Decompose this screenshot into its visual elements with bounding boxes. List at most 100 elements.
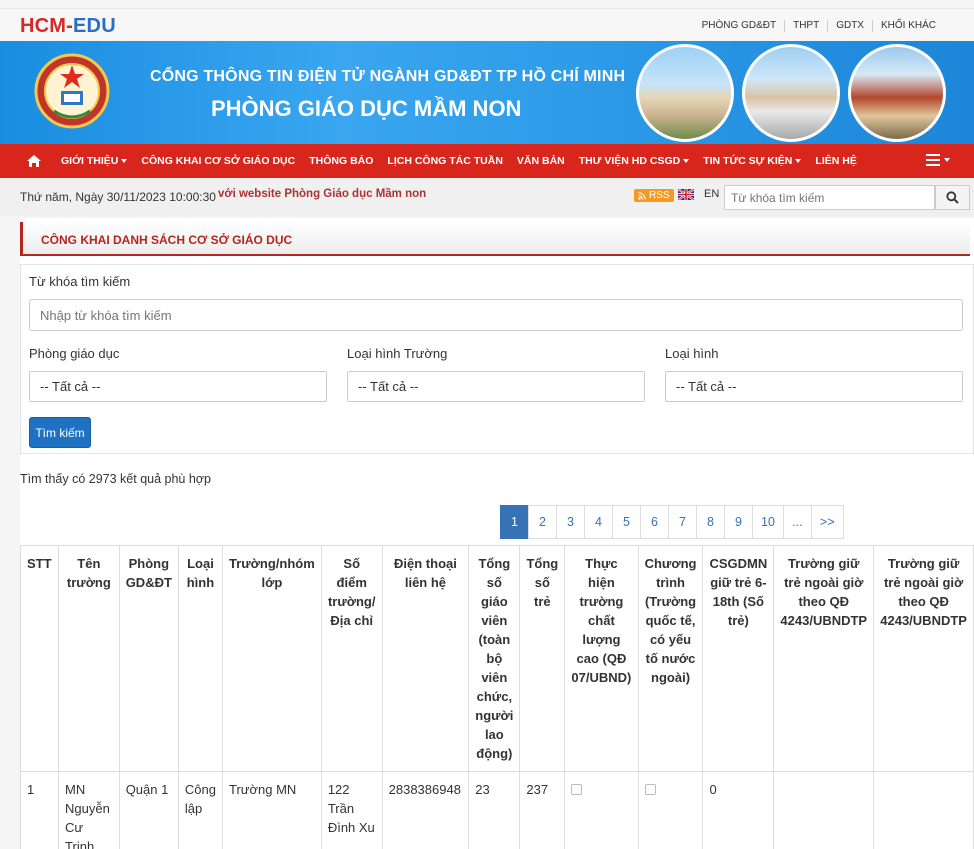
- page-1[interactable]: 1: [500, 505, 529, 539]
- cell-international: [637, 771, 704, 849]
- cell-school-kind: Trường MN: [221, 771, 322, 849]
- header-school-kind: Trường/nhóm lớp: [221, 545, 322, 772]
- cell-phone: 2838386948: [381, 771, 470, 849]
- cell-address: 122 Trần Đình Xu: [320, 771, 383, 849]
- uk-flag-icon[interactable]: [678, 189, 694, 200]
- welcome-marquee: với website Phòng Giáo dục Mầm non: [218, 188, 427, 200]
- table-row: 1 MN Nguyễn Cư Trinh Quận 1 Công lập Trư…: [19, 771, 974, 849]
- office-label: Phòng giáo dục: [29, 346, 120, 361]
- nav-item-cong-khai[interactable]: CÔNG KHAI CƠ SỞ GIÁO DỤC: [134, 155, 302, 167]
- type-label: Loại hình: [665, 346, 719, 361]
- pagination: 1 2 3 4 5 6 7 8 9 10 ... >>: [500, 505, 844, 539]
- page-2[interactable]: 2: [528, 505, 557, 539]
- page-8[interactable]: 8: [696, 505, 725, 539]
- header-office: Phòng GD&ĐT: [118, 545, 179, 772]
- page-3[interactable]: 3: [556, 505, 585, 539]
- info-row: Thứ năm, Ngày 30/11/2023 10:00:30 với we…: [0, 178, 974, 216]
- search-button[interactable]: Tìm kiếm: [29, 417, 91, 448]
- page-6[interactable]: 6: [640, 505, 669, 539]
- hamburger-menu-button[interactable]: [926, 154, 950, 166]
- rss-label: RSS: [649, 190, 670, 201]
- header-after-hours-1: Trường giữ trẻ ngoài giờ theo QĐ 4243/UB…: [773, 545, 875, 772]
- site-search-input[interactable]: [724, 185, 935, 210]
- page-9[interactable]: 9: [724, 505, 753, 539]
- header-type: Loại hình: [177, 545, 223, 772]
- current-datetime: Thứ năm, Ngày 30/11/2023 10:00:30: [20, 190, 216, 204]
- result-count: Tìm thấy có 2973 kết quả phù hợp: [20, 472, 211, 486]
- filter-panel: Từ khóa tìm kiếm Phòng giáo dục -- Tất c…: [20, 264, 974, 454]
- chevron-down-icon: [683, 159, 690, 163]
- logo-part-hcm: HCM-: [20, 15, 74, 37]
- cell-after-hours-1: [773, 771, 875, 849]
- section-header: CÔNG KHAI DANH SÁCH CƠ SỞ GIÁO DỤC: [20, 222, 970, 256]
- cell-school-name: MN Nguyễn Cư Trinh: [58, 771, 120, 849]
- top-link-thpt[interactable]: THPT: [784, 20, 827, 32]
- city-hall-photo: [636, 44, 734, 142]
- school-type-label: Loại hình Trường: [347, 346, 448, 361]
- header-after-hours-2: Trường giữ trẻ ngoài giờ theo QĐ 4243/UB…: [873, 545, 974, 772]
- high-quality-checkbox: [571, 784, 583, 795]
- nav-item-thong-bao[interactable]: THÔNG BÁO: [302, 155, 380, 167]
- table-header-row: STT Tên trường Phòng GD&ĐT Loại hình Trư…: [19, 545, 974, 772]
- section-title: CÔNG KHAI DANH SÁCH CƠ SỞ GIÁO DỤC: [41, 233, 293, 247]
- nav-item-lien-he[interactable]: LIÊN HỆ: [808, 155, 863, 167]
- parade-photo: [742, 44, 840, 142]
- cell-stt: 1: [19, 771, 60, 849]
- page-next[interactable]: >>: [810, 505, 844, 539]
- top-link-gdtx[interactable]: GDTX: [827, 20, 872, 32]
- header-children: Tổng số trẻ: [519, 545, 566, 772]
- nav-item-tin-tuc[interactable]: TIN TỨC SỰ KIỆN: [696, 155, 808, 167]
- page-7[interactable]: 7: [668, 505, 697, 539]
- market-photo: [848, 44, 946, 142]
- keyword-input[interactable]: [29, 299, 963, 331]
- top-link-phong-gddt[interactable]: PHÒNG GD&ĐT: [694, 20, 784, 32]
- cell-after-hours-2: [873, 771, 974, 849]
- header-teachers: Tổng số giáo viên (toàn bộ viên chức, ng…: [468, 545, 521, 772]
- logo-part-edu: EDU: [73, 15, 116, 37]
- header-high-quality: Thực hiện trường chất lượng cao (QĐ 07/U…: [564, 545, 639, 772]
- chevron-down-icon: [795, 159, 802, 163]
- nav-item-thu-vien[interactable]: THƯ VIỆN HD CSGD: [572, 155, 696, 167]
- keyword-label: Từ khóa tìm kiếm: [29, 274, 131, 289]
- rss-button[interactable]: RSS: [634, 189, 674, 202]
- page-ellipsis: ...: [782, 505, 812, 539]
- header-banner: CỔNG THÔNG TIN ĐIỆN TỬ NGÀNH GD&ĐT TP HỒ…: [0, 41, 974, 144]
- page-4[interactable]: 4: [584, 505, 613, 539]
- cell-children: 237: [519, 771, 566, 849]
- rss-icon: [638, 191, 646, 200]
- main-nav: GIỚI THIỆU CÔNG KHAI CƠ SỞ GIÁO DỤC THÔN…: [0, 144, 974, 178]
- search-icon: [946, 191, 959, 204]
- international-checkbox: [644, 784, 656, 795]
- chevron-down-icon: [121, 159, 128, 163]
- home-icon[interactable]: [26, 154, 42, 168]
- chevron-down-icon: [944, 158, 950, 162]
- type-select[interactable]: -- Tất cả --: [665, 371, 963, 402]
- nav-item-van-ban[interactable]: VĂN BẢN: [510, 155, 572, 167]
- cell-type: Công lập: [177, 771, 223, 849]
- nav-item-lich-cong-tac[interactable]: LỊCH CÔNG TÁC TUẦN: [380, 155, 510, 167]
- cell-high-quality: [564, 771, 639, 849]
- school-type-select[interactable]: -- Tất cả --: [347, 371, 645, 402]
- cell-office: Quận 1: [118, 771, 179, 849]
- site-logo[interactable]: HCM-EDU: [20, 15, 116, 38]
- school-table: STT Tên trường Phòng GD&ĐT Loại hình Trư…: [19, 545, 974, 849]
- office-select[interactable]: -- Tất cả --: [29, 371, 327, 402]
- header-daycare: CSGDMN giữ trẻ 6-18th (Số trẻ): [702, 545, 775, 772]
- main-content: CÔNG KHAI DANH SÁCH CƠ SỞ GIÁO DỤC Từ kh…: [19, 218, 974, 849]
- header-international: Chương trình (Trường quốc tế, có yếu tố …: [637, 545, 704, 772]
- page-5[interactable]: 5: [612, 505, 641, 539]
- top-strip: HCM-EDU PHÒNG GD&ĐT THPT GDTX KHỐI KHÁC: [0, 8, 974, 40]
- language-en-link[interactable]: EN: [704, 188, 719, 200]
- header-school-name: Tên trường: [58, 545, 120, 772]
- banner-subtitle: PHÒNG GIÁO DỤC MẦM NON: [211, 96, 522, 121]
- header-stt: STT: [19, 545, 60, 772]
- page-10[interactable]: 10: [752, 505, 784, 539]
- header-phone: Điện thoại liên hệ: [381, 545, 470, 772]
- cell-daycare: 0: [702, 771, 775, 849]
- site-search-button[interactable]: [935, 185, 970, 210]
- top-link-khoi-khac[interactable]: KHỐI KHÁC: [871, 20, 944, 32]
- banner-title: CỔNG THÔNG TIN ĐIỆN TỬ NGÀNH GD&ĐT TP HỒ…: [150, 68, 626, 85]
- ministry-emblem-icon: [34, 53, 110, 129]
- nav-item-gioi-thieu[interactable]: GIỚI THIỆU: [54, 155, 134, 167]
- header-address: Số điểm trường/ Địa chỉ: [320, 545, 383, 772]
